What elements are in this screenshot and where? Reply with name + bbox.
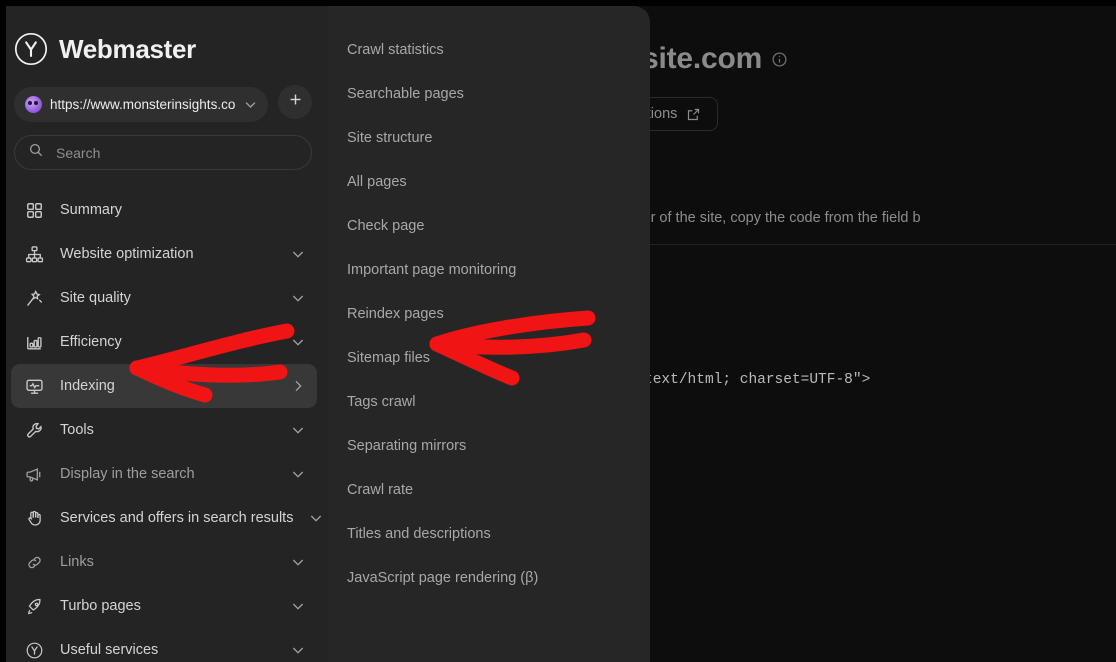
chevron-down-icon xyxy=(290,642,306,658)
brand-header: Webmaster xyxy=(0,6,328,66)
rocket-icon xyxy=(24,596,45,617)
chevron-down-icon xyxy=(290,554,306,570)
sidebar-item-efficiency[interactable]: Efficiency xyxy=(11,320,317,364)
sidebar-item-turbo-pages[interactable]: Turbo pages xyxy=(11,584,317,628)
search-box[interactable] xyxy=(14,135,312,170)
yandex-circle-icon xyxy=(24,640,45,661)
submenu-item-tags-crawl[interactable]: Tags crawl xyxy=(328,380,650,424)
sidebar-item-label: Useful services xyxy=(60,642,275,658)
sidebar-item-label: Indexing xyxy=(60,378,275,394)
search-input[interactable] xyxy=(54,144,298,162)
sidebar-item-label: Display in the search xyxy=(60,466,275,482)
add-site-button[interactable] xyxy=(278,85,312,119)
sidebar-item-summary[interactable]: Summary xyxy=(11,188,317,232)
sidebar-item-tools[interactable]: Tools xyxy=(11,408,317,452)
submenu-item-crawl-rate[interactable]: Crawl rate xyxy=(328,468,650,512)
chevron-down-icon xyxy=(290,290,306,306)
submenu-item-check-page[interactable]: Check page xyxy=(328,204,650,248)
chevron-down-icon xyxy=(290,334,306,350)
window-left-edge xyxy=(0,0,6,662)
sidebar-item-useful-services[interactable]: Useful services xyxy=(11,628,317,662)
submenu-item-searchable-pages[interactable]: Searchable pages xyxy=(328,72,650,116)
chevron-down-icon xyxy=(308,510,324,526)
sidebar-item-display-in-the-search[interactable]: Display in the search xyxy=(11,452,317,496)
sitemap-tree-icon xyxy=(24,244,45,265)
bar-chart-icon xyxy=(24,332,45,353)
info-circle-icon[interactable] xyxy=(771,51,788,68)
sidebar-item-label: Summary xyxy=(60,202,306,218)
plus-icon xyxy=(287,91,304,113)
magic-wand-icon xyxy=(24,288,45,309)
submenu-item-sitemap-files[interactable]: Sitemap files xyxy=(328,336,650,380)
chevron-down-icon xyxy=(290,598,306,614)
sidebar-item-indexing[interactable]: Indexing xyxy=(11,364,317,408)
indexing-submenu-list: Crawl statistics Searchable pages Site s… xyxy=(328,6,650,600)
sidebar-item-label: Turbo pages xyxy=(60,598,275,614)
sidebar-item-links[interactable]: Links xyxy=(11,540,317,584)
submenu-item-titles-and-descriptions[interactable]: Titles and descriptions xyxy=(328,512,650,556)
submenu-item-crawl-statistics[interactable]: Crawl statistics xyxy=(328,28,650,72)
hand-offer-icon xyxy=(24,508,45,529)
indexing-submenu-flyout: Crawl statistics Searchable pages Site s… xyxy=(328,6,650,662)
submenu-item-all-pages[interactable]: All pages xyxy=(328,160,650,204)
submenu-item-important-page-monitoring[interactable]: Important page monitoring xyxy=(328,248,650,292)
sidebar-item-label: Website optimization xyxy=(60,246,275,262)
submenu-item-site-structure[interactable]: Site structure xyxy=(328,116,650,160)
sidebar-item-website-optimization[interactable]: Website optimization xyxy=(11,232,317,276)
link-chain-icon xyxy=(24,552,45,573)
grid-squares-icon xyxy=(24,200,45,221)
submenu-item-javascript-page-rendering[interactable]: JavaScript page rendering (β) xyxy=(328,556,650,600)
chevron-down-icon xyxy=(290,246,306,262)
wrench-icon xyxy=(24,420,45,441)
submenu-item-reindex-pages[interactable]: Reindex pages xyxy=(328,292,650,336)
search-icon xyxy=(28,142,44,163)
chevron-down-icon xyxy=(290,466,306,482)
window-top-edge xyxy=(0,0,1116,6)
sidebar-nav: Summary Website optimization xyxy=(0,188,328,662)
left-sidebar: Webmaster https://www.monsterinsights.co… xyxy=(0,6,328,662)
sidebar-item-label: Site quality xyxy=(60,290,275,306)
external-link-icon xyxy=(686,107,701,122)
yandex-y-logo-icon xyxy=(14,32,48,66)
chevron-down-icon xyxy=(290,422,306,438)
site-selector[interactable]: https://www.monsterinsights.cor xyxy=(14,87,268,122)
sidebar-item-services-and-offers[interactable]: Services and offers in search results xyxy=(11,496,317,540)
chevron-down-icon xyxy=(243,97,258,112)
sidebar-item-label: Tools xyxy=(60,422,275,438)
sidebar-item-label: Services and offers in search results xyxy=(60,510,293,526)
megaphone-icon xyxy=(24,464,45,485)
sidebar-item-label: Efficiency xyxy=(60,334,275,350)
webmaster-app-window: ww.examplesite.com CMS Instructions xyxy=(0,0,1116,662)
submenu-item-separating-mirrors[interactable]: Separating mirrors xyxy=(328,424,650,468)
sidebar-item-label: Links xyxy=(60,554,275,570)
brand-name: Webmaster xyxy=(59,34,196,65)
chevron-right-icon xyxy=(290,378,306,394)
site-selector-value: https://www.monsterinsights.cor xyxy=(50,97,235,112)
sidebar-item-site-quality[interactable]: Site quality xyxy=(11,276,317,320)
monsterinsights-favicon-icon xyxy=(25,96,42,113)
monitor-pulse-icon xyxy=(24,376,45,397)
